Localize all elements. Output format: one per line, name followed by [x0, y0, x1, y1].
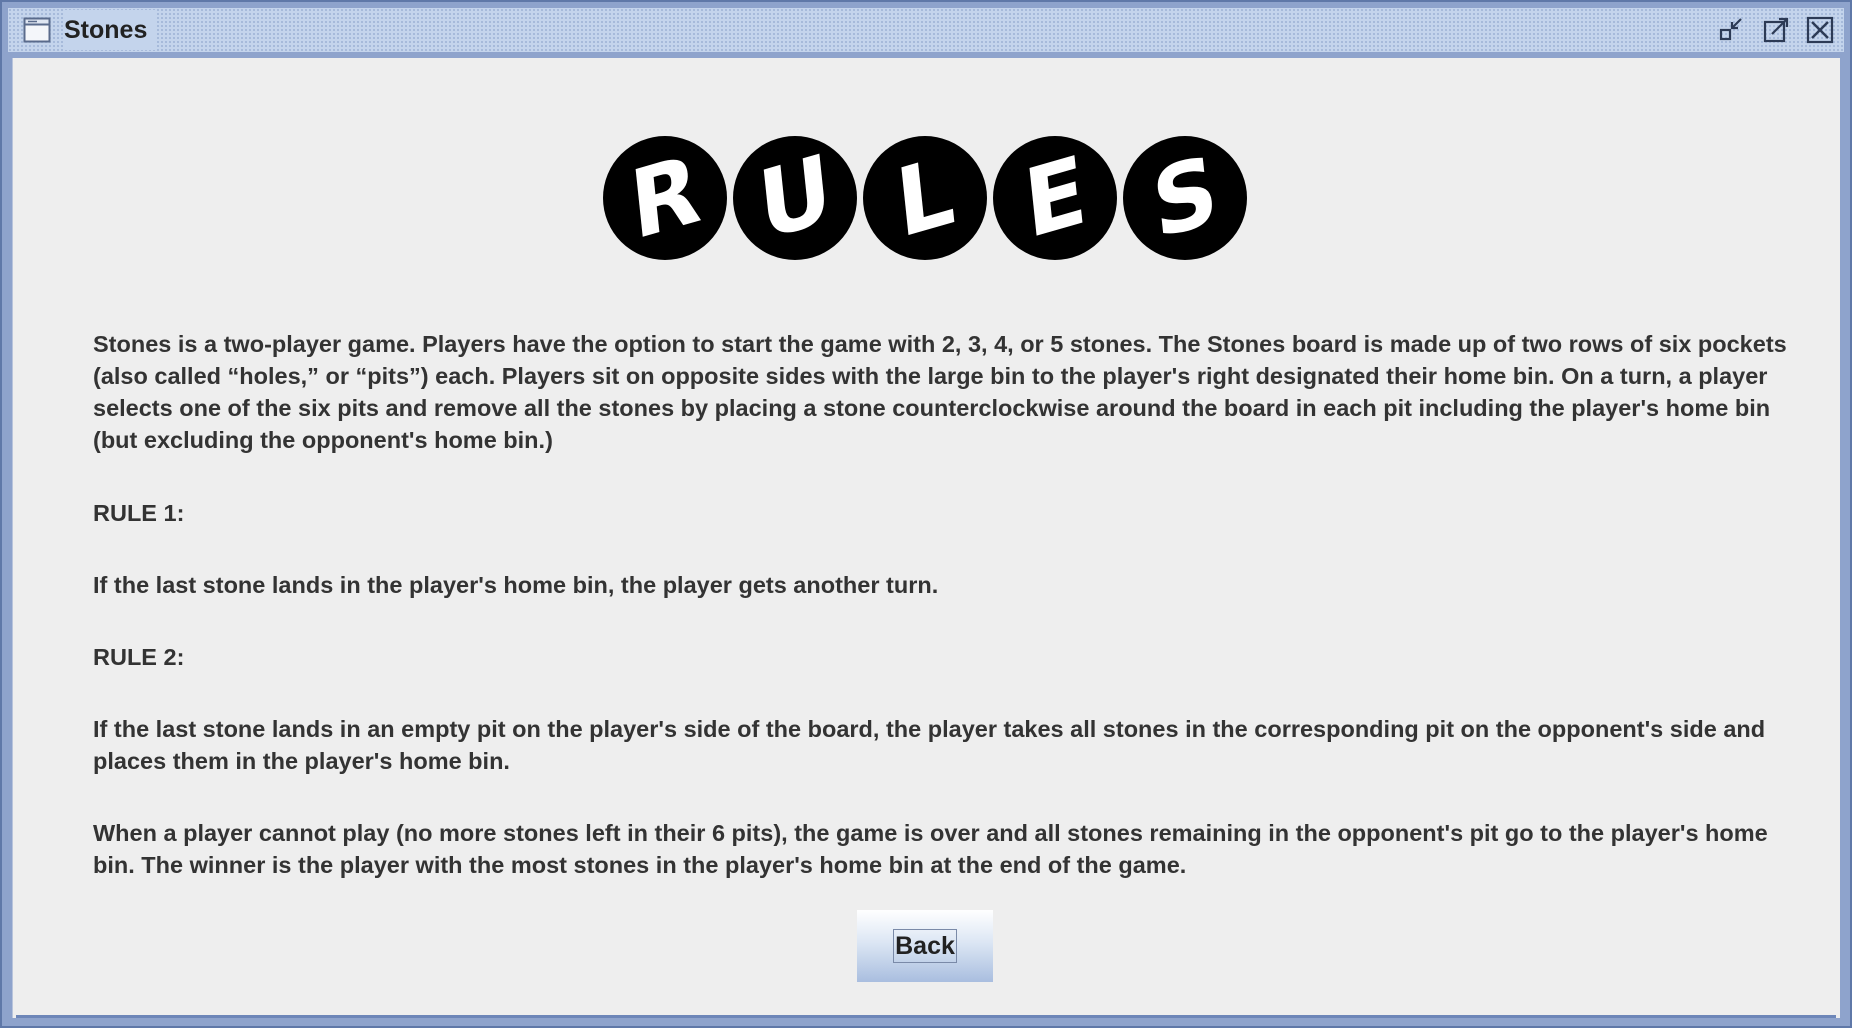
close-icon[interactable]	[1802, 12, 1838, 48]
logo-ball-l: L	[863, 135, 987, 260]
end-game-text: When a player cannot play (no more stone…	[93, 820, 1768, 878]
window-title: Stones	[64, 10, 156, 50]
logo-letter: R	[625, 133, 705, 262]
minimize-icon[interactable]	[1714, 12, 1750, 48]
window-app-icon[interactable]	[22, 15, 52, 45]
rule1-heading: RULE 1:	[93, 500, 185, 526]
logo-letter: U	[753, 133, 837, 262]
window-controls	[1714, 12, 1838, 48]
logo-letter: L	[891, 135, 959, 260]
title-bar[interactable]: Stones	[8, 8, 1844, 52]
app-window: Stones R U L E S Stones is a two-player …	[0, 0, 1852, 1028]
back-button-label: Back	[893, 929, 957, 963]
rule2-text: If the last stone lands in an empty pit …	[93, 716, 1766, 774]
rules-intro: Stones is a two-player game. Players hav…	[93, 331, 1787, 453]
logo-letter: E	[1019, 134, 1091, 261]
logo-ball-e: E	[993, 134, 1117, 261]
rule2-heading: RULE 2:	[93, 644, 185, 670]
rules-logo: R U L E S	[603, 133, 1247, 262]
back-button[interactable]: Back	[857, 910, 993, 982]
maximize-icon[interactable]	[1758, 12, 1794, 48]
rules-panel: R U L E S Stones is a two-player game. P…	[12, 58, 1840, 1018]
logo-ball-r: R	[603, 133, 727, 262]
logo-ball-s: S	[1123, 134, 1247, 261]
rule1-text: If the last stone lands in the player's …	[93, 572, 939, 598]
logo-ball-u: U	[733, 133, 857, 262]
window-bottom-border	[16, 1015, 1836, 1018]
logo-letter: S	[1147, 134, 1223, 261]
